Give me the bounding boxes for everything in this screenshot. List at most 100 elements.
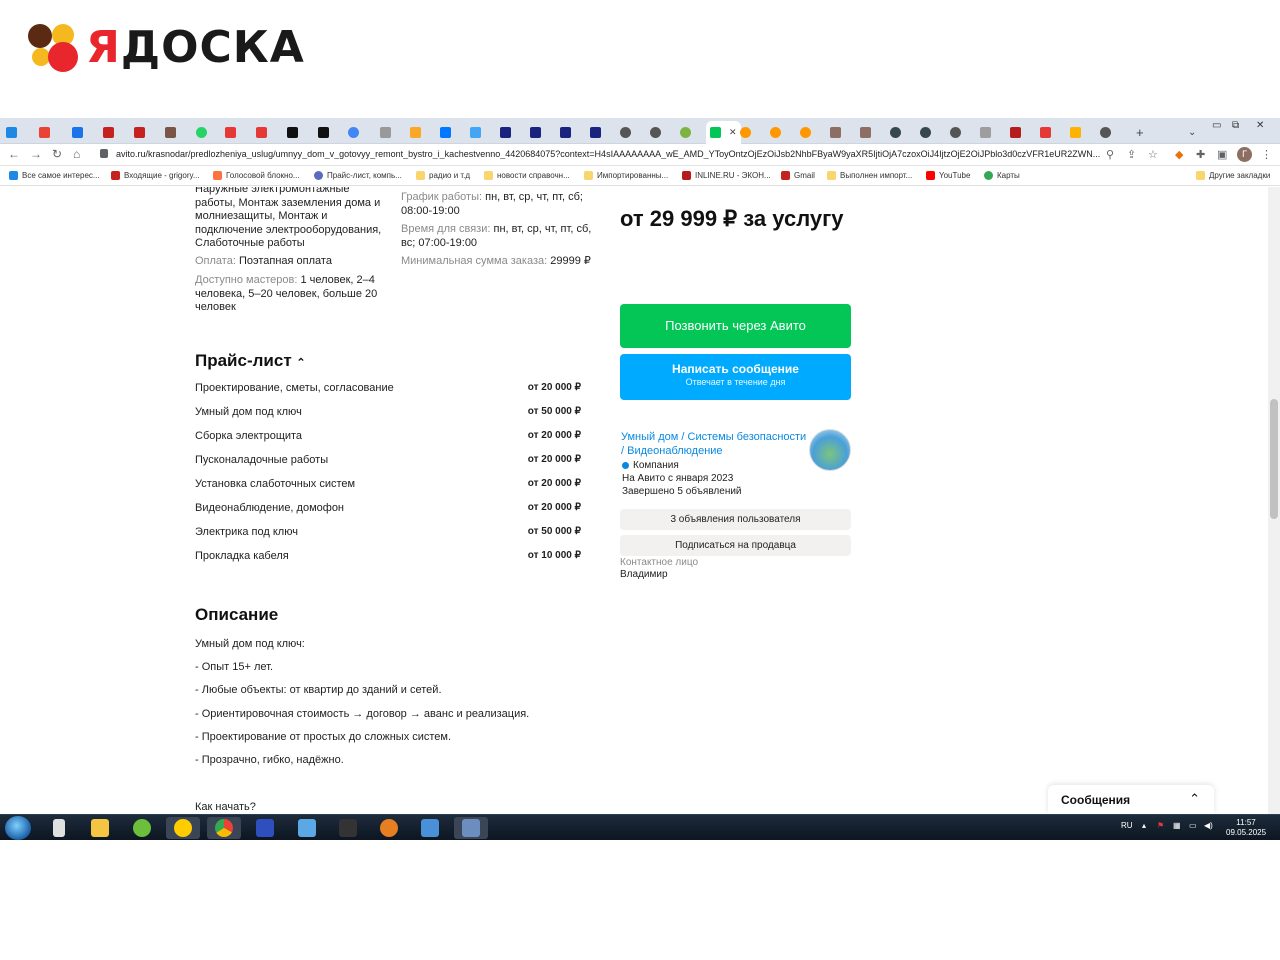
browser-tab[interactable] [650,122,663,142]
tray-network-icon[interactable]: ▦ [1173,821,1181,830]
bookmark-item[interactable]: Все самое интерес... [9,171,100,180]
bookmark-item[interactable]: Gmail [781,171,815,180]
scrollbar-thumb[interactable] [1270,399,1278,519]
tray-monitor-icon[interactable]: ▭ [1189,821,1197,830]
browser-tab[interactable] [440,122,453,142]
browser-tab[interactable] [1010,122,1023,142]
browser-tab[interactable] [103,122,116,142]
pricelist-title[interactable]: Прайс-лист ⌃ [195,351,306,371]
close-window-icon[interactable]: ✕ [1256,120,1264,131]
back-arrow-icon[interactable]: ← [8,147,20,161]
taskbar-app-icon[interactable] [372,817,406,839]
subscribe-seller-button[interactable]: Подписаться на продавца [620,535,851,556]
taskbar-app-icon[interactable] [42,817,76,839]
browser-tab[interactable] [530,122,543,142]
browser-tab[interactable] [165,122,178,142]
terminal-icon[interactable] [331,817,365,839]
profile-avatar[interactable]: Г [1237,147,1252,162]
browser-tab[interactable] [470,122,483,142]
share-icon[interactable]: ⇪ [1127,148,1136,161]
browser-tab[interactable] [950,122,963,142]
close-icon[interactable]: ✕ [729,127,737,138]
forward-arrow-icon[interactable]: → [30,147,42,161]
browser-tab[interactable] [980,122,993,142]
new-tab-plus-icon[interactable]: + [1136,122,1144,142]
messages-widget[interactable]: Сообщения ⌃ [1048,785,1214,814]
bookmark-item[interactable]: INLINE.RU - ЭКОН... [682,171,771,180]
site-info-icon[interactable] [100,149,108,158]
write-message-button[interactable]: Написать сообщение Отвечает в течение дн… [620,354,851,400]
browser-tab[interactable] [6,122,19,142]
browser-tab[interactable] [920,122,933,142]
bookmark-folder[interactable]: Импортированны... [584,171,668,180]
side-panel-icon[interactable]: ▣ [1217,148,1227,161]
bookmark-item[interactable]: Голосовой блокно... [213,171,300,180]
page-scrollbar[interactable] [1268,187,1280,814]
volume-icon[interactable]: ◀) [1204,821,1213,830]
browser-tab[interactable] [225,122,238,142]
browser-tab[interactable] [680,122,693,142]
browser-tab[interactable] [830,122,843,142]
browser-tab[interactable] [134,122,147,142]
browser-tab[interactable] [196,122,209,142]
chevron-up-icon[interactable]: ⌃ [1189,791,1200,807]
browser-tab[interactable] [1070,122,1083,142]
bookmark-item[interactable]: Карты [984,171,1020,180]
restore-icon[interactable]: ⧉ [1232,120,1239,131]
browser-tab[interactable] [256,122,269,142]
seller-name-link[interactable]: Умный дом / Системы безопасности / Видео… [621,430,811,458]
browser-tab[interactable] [39,122,52,142]
tray-flag-icon[interactable]: ⚑ [1157,821,1164,830]
browser-tab[interactable] [800,122,813,142]
browser-tab[interactable] [287,122,300,142]
browser-tab[interactable] [348,122,361,142]
browser-tab[interactable] [410,122,423,142]
menu-dots-icon[interactable]: ⋮ [1261,148,1272,161]
browser-tab[interactable] [1100,122,1113,142]
taskbar-app-icon[interactable] [413,817,447,839]
url-field[interactable]: avito.ru/krasnodar/predlozheniya_uslug/u… [116,149,1101,159]
browser-tab[interactable] [740,122,753,142]
bookmark-item[interactable]: Входящие - grigory... [111,171,200,180]
shield-extension-icon[interactable]: ◆ [1175,148,1183,161]
call-via-avito-button[interactable]: Позвонить через Авито [620,304,851,348]
browser-tab[interactable] [860,122,873,142]
browser-tab[interactable] [890,122,903,142]
chrome-icon[interactable] [207,817,241,839]
language-indicator[interactable]: RU [1121,821,1133,830]
location-icon[interactable]: ⚲ [1106,148,1114,161]
bookmark-item[interactable]: Прайс-лист, компь... [314,171,402,180]
browser-tab[interactable] [318,122,331,142]
taskbar-app-icon[interactable] [290,817,324,839]
bookmark-item[interactable]: YouTube [926,171,970,180]
browser-tab[interactable] [1040,122,1053,142]
browser-tab[interactable] [590,122,603,142]
browser-tab-active[interactable]: ✕ [706,121,741,144]
explorer-icon[interactable] [83,817,117,839]
bookmark-folder[interactable]: новости справочн... [484,171,570,180]
bookmark-folder[interactable]: радио и т.д [416,171,470,180]
browser-tab[interactable] [72,122,85,142]
user-ads-button[interactable]: 3 объявления пользователя [620,509,851,530]
browser-tab[interactable] [560,122,573,142]
tab-search-chevron-icon[interactable]: ⌄ [1188,122,1196,142]
bookmark-folder[interactable]: Выполнен импорт... [827,171,912,180]
start-button[interactable] [5,816,31,840]
media-player-icon[interactable] [454,817,488,839]
bookmark-star-icon[interactable]: ☆ [1148,148,1158,161]
home-icon[interactable]: ⌂ [73,147,80,161]
extensions-puzzle-icon[interactable]: ✚ [1196,148,1205,161]
browser-tab[interactable] [380,122,393,142]
reload-icon[interactable]: ↻ [52,147,62,161]
seller-avatar[interactable] [809,429,851,471]
minimize-icon[interactable]: ▭ [1212,120,1221,131]
browser-tab[interactable] [770,122,783,142]
utorrent-icon[interactable] [125,817,159,839]
taskbar-app-icon[interactable] [248,817,282,839]
bookmark-folder-other[interactable]: Другие закладки [1196,171,1270,180]
browser-tab[interactable] [620,122,633,142]
clock[interactable]: 11:57 09.05.2025 [1226,818,1266,838]
yandex-browser-icon[interactable] [166,817,200,839]
tray-expand-icon[interactable]: ▴ [1142,821,1146,830]
browser-tab[interactable] [500,122,513,142]
